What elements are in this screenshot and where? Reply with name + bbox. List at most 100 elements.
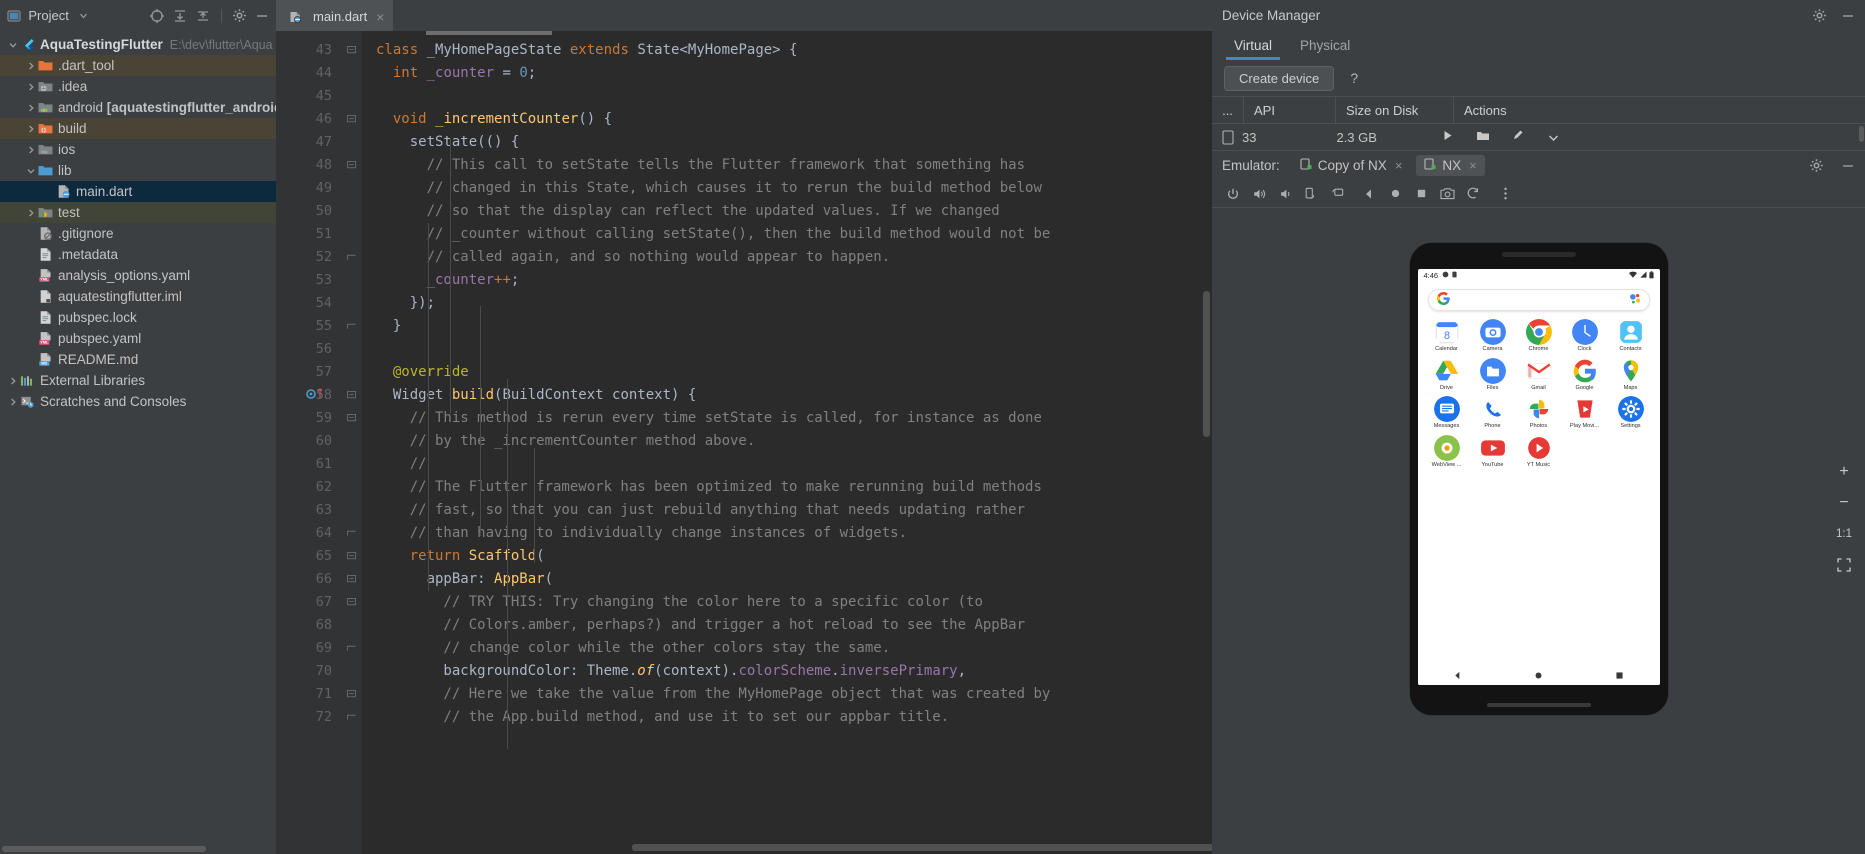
- editor-tab-main-dart[interactable]: main.dart ×: [276, 0, 394, 31]
- fold-marker-46[interactable]: [340, 108, 362, 131]
- code-line-52[interactable]: // called again, and so nothing would ap…: [362, 246, 1212, 269]
- rotate-right-icon[interactable]: [1326, 183, 1348, 205]
- code-line-48[interactable]: // This call to setState tells the Flutt…: [362, 154, 1212, 177]
- home-nav-icon[interactable]: [1534, 668, 1543, 683]
- app-contacts[interactable]: Contacts: [1608, 319, 1654, 353]
- code-line-49[interactable]: // changed in this State, which causes i…: [362, 177, 1212, 200]
- app-drive[interactable]: Drive: [1424, 358, 1470, 392]
- line-number-71[interactable]: 71: [276, 683, 340, 706]
- line-number-65[interactable]: 65: [276, 545, 340, 568]
- fold-marker-69[interactable]: [340, 637, 362, 660]
- line-number-70[interactable]: 70: [276, 660, 340, 683]
- fold-marker-59[interactable]: [340, 407, 362, 430]
- tree-row-build[interactable]: build: [0, 118, 276, 139]
- line-number-53[interactable]: 53: [276, 269, 340, 292]
- fold-marker-43[interactable]: [340, 39, 362, 62]
- chevron-right-icon[interactable]: [24, 59, 37, 72]
- chevron-down-icon[interactable]: [1547, 130, 1560, 145]
- chevron-right-icon[interactable]: [6, 395, 19, 408]
- line-number-49[interactable]: 49: [276, 177, 340, 200]
- code-line-55[interactable]: }: [362, 315, 1212, 338]
- chevron-down-icon[interactable]: [6, 38, 19, 51]
- line-number-66[interactable]: 66: [276, 568, 340, 591]
- code-line-53[interactable]: _counter++;: [362, 269, 1212, 292]
- hide-icon[interactable]: [1838, 6, 1857, 25]
- rotate-left-icon[interactable]: [1300, 183, 1322, 205]
- code-line-43[interactable]: class _MyHomePageState extends State<MyH…: [362, 39, 1212, 62]
- expand-all-icon[interactable]: [172, 6, 188, 25]
- app-youtube[interactable]: YouTube: [1470, 435, 1516, 469]
- zoom-in-icon[interactable]: +: [1833, 461, 1855, 483]
- app-play-movi[interactable]: Play Movi...: [1562, 396, 1608, 430]
- fold-marker-67[interactable]: [340, 591, 362, 614]
- recents-nav-icon[interactable]: [1615, 668, 1624, 683]
- code-line-54[interactable]: });: [362, 292, 1212, 315]
- folder-icon[interactable]: [1476, 130, 1490, 145]
- editor-fold-gutter[interactable]: [340, 31, 362, 854]
- code-line-67[interactable]: // TRY THIS: Try changing the color here…: [362, 591, 1212, 614]
- app-photos[interactable]: Photos: [1516, 396, 1562, 430]
- tree-row-external-libraries[interactable]: External Libraries: [0, 370, 276, 391]
- tab-physical[interactable]: Physical: [1286, 31, 1364, 60]
- line-number-52[interactable]: 52: [276, 246, 340, 269]
- code-line-57[interactable]: @override: [362, 361, 1212, 384]
- fold-marker-71[interactable]: [340, 683, 362, 706]
- back-icon[interactable]: [1358, 183, 1380, 205]
- tree-row-root[interactable]: AquaTestingFlutter E:\dev\flutter\Aqua: [0, 34, 276, 55]
- code-line-58[interactable]: Widget build(BuildContext context) {: [362, 384, 1212, 407]
- chevron-right-icon[interactable]: [6, 374, 19, 387]
- app-chrome[interactable]: Chrome: [1516, 319, 1562, 353]
- code-line-66[interactable]: appBar: AppBar(: [362, 568, 1212, 591]
- dropdown-icon[interactable]: [76, 6, 91, 25]
- column-header-api[interactable]: API: [1244, 96, 1336, 124]
- zoom-out-icon[interactable]: −: [1833, 492, 1855, 514]
- google-search-bar[interactable]: [1427, 289, 1650, 311]
- tree-row-scratches-and-consoles[interactable]: Scratches and Consoles: [0, 391, 276, 412]
- code-line-44[interactable]: int _counter = 0;: [362, 62, 1212, 85]
- chevron-right-icon[interactable]: [24, 122, 37, 135]
- fold-marker-52[interactable]: [340, 246, 362, 269]
- column-header-size[interactable]: Size on Disk: [1336, 96, 1454, 124]
- home-icon[interactable]: [1384, 183, 1406, 205]
- record-icon[interactable]: [1462, 183, 1484, 205]
- app-calendar[interactable]: 8 Calendar: [1424, 319, 1470, 353]
- chevron-right-icon[interactable]: [24, 206, 37, 219]
- scrollbar-thumb[interactable]: [2, 846, 206, 852]
- device-table-row[interactable]: 33 2.3 GB: [1212, 124, 1865, 150]
- code-line-65[interactable]: return Scaffold(: [362, 545, 1212, 568]
- emulator-tab-copy-of-nx[interactable]: Copy of NX ×: [1292, 155, 1411, 176]
- code-line-64[interactable]: // than having to individually change in…: [362, 522, 1212, 545]
- line-number-60[interactable]: 60: [276, 430, 340, 453]
- minimize-icon[interactable]: [1838, 156, 1857, 175]
- fit-screen-icon[interactable]: [1833, 554, 1855, 576]
- column-header-actions[interactable]: Actions: [1454, 96, 1865, 124]
- close-icon[interactable]: ×: [1469, 158, 1477, 173]
- code-line-63[interactable]: // fast, so that you can just rebuild an…: [362, 499, 1212, 522]
- emulator-device-frame[interactable]: 4:46 8 Calendar Camera Chrome Clock Cont…: [1409, 243, 1668, 715]
- code-line-62[interactable]: // The Flutter framework has been optimi…: [362, 476, 1212, 499]
- project-tree[interactable]: AquaTestingFlutter E:\dev\flutter\Aqua .…: [0, 31, 276, 854]
- tree-row--gitignore[interactable]: .gitignore: [0, 223, 276, 244]
- app-webview[interactable]: WebView ...: [1424, 434, 1470, 469]
- line-number-67[interactable]: 67: [276, 591, 340, 614]
- app-settings[interactable]: Settings: [1608, 396, 1654, 430]
- volume-down-icon[interactable]: [1274, 183, 1296, 205]
- line-number-72[interactable]: 72: [276, 706, 340, 729]
- chevron-right-icon[interactable]: [24, 80, 37, 93]
- line-number-64[interactable]: 64: [276, 522, 340, 545]
- more-icon[interactable]: [1494, 183, 1516, 205]
- tree-row-test[interactable]: test: [0, 202, 276, 223]
- create-device-button[interactable]: Create device: [1224, 65, 1335, 91]
- gear-icon[interactable]: [232, 6, 247, 25]
- tree-row--dart-tool[interactable]: .dart_tool: [0, 55, 276, 76]
- code-line-71[interactable]: // Here we take the value from the MyHom…: [362, 683, 1212, 706]
- tab-virtual[interactable]: Virtual: [1220, 31, 1286, 60]
- edit-icon[interactable]: [1512, 129, 1525, 145]
- zoom-ratio-label[interactable]: 1:1: [1833, 523, 1855, 545]
- line-number-47[interactable]: 47: [276, 131, 340, 154]
- line-number-50[interactable]: 50: [276, 200, 340, 223]
- overview-icon[interactable]: [1410, 183, 1432, 205]
- line-number-55[interactable]: 55: [276, 315, 340, 338]
- code-line-60[interactable]: // by the _incrementCounter method above…: [362, 430, 1212, 453]
- fold-marker-58[interactable]: [340, 384, 362, 407]
